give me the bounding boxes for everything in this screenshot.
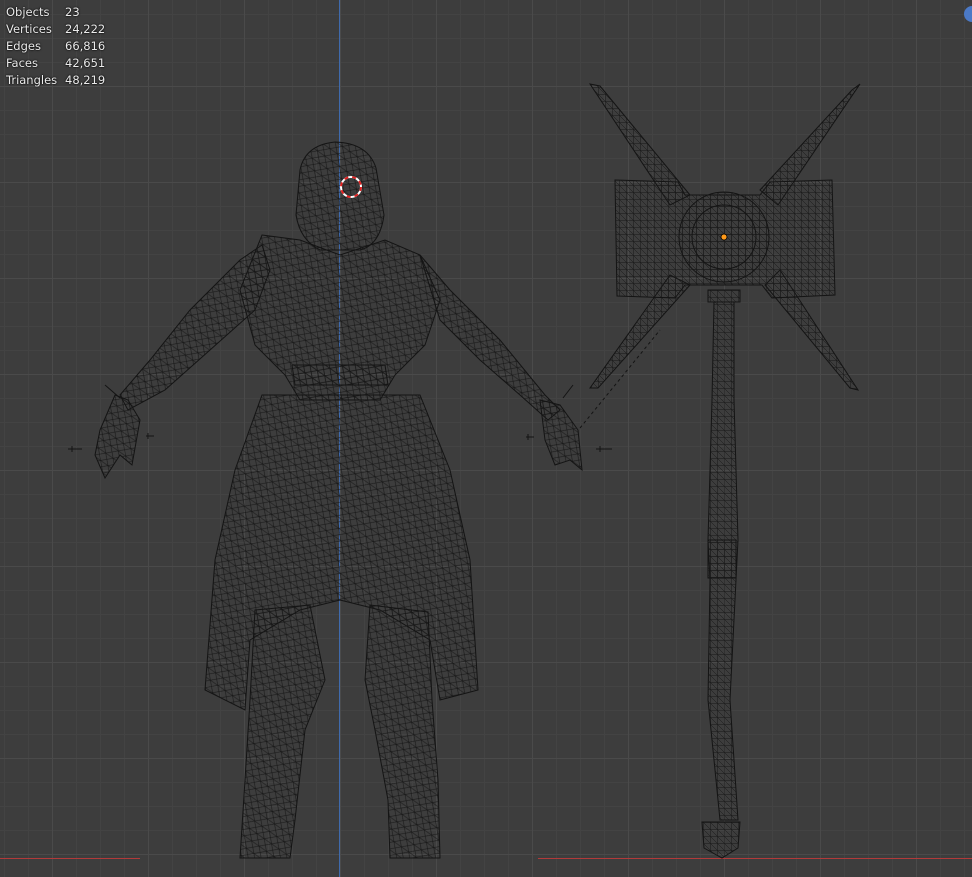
hammer-mesh[interactable] (588, 83, 861, 859)
stat-label: Faces (6, 56, 38, 70)
character-right-arm (419, 254, 561, 421)
character-left-leg (239, 604, 326, 859)
character-right-hand (539, 399, 583, 472)
stat-label: Objects (6, 5, 50, 19)
character-belt (291, 364, 389, 386)
stat-row-edges: Edges 66,816 (6, 38, 105, 55)
stat-value: 24,222 (65, 22, 106, 36)
stat-label: Edges (6, 39, 41, 53)
character-head (295, 141, 385, 251)
object-origin-icon (720, 233, 728, 241)
stat-row-triangles: Triangles 48,219 (6, 72, 105, 89)
stat-value: 23 (65, 5, 80, 19)
stat-row-objects: Objects 23 (6, 4, 105, 21)
character-coat (204, 394, 479, 711)
stat-row-vertices: Vertices 24,222 (6, 21, 105, 38)
stat-label: Vertices (6, 22, 52, 36)
character-right-leg (364, 604, 441, 859)
stat-value: 42,651 (65, 56, 106, 70)
stat-value: 66,816 (65, 39, 106, 53)
scene-statistics-overlay: Objects 23 Vertices 24,222 Edges 66,816 … (6, 4, 105, 89)
stat-value: 48,219 (65, 73, 106, 87)
character-left-arm (119, 244, 271, 411)
character-mesh[interactable] (94, 141, 583, 859)
wireframe-scene (68, 83, 861, 859)
stat-row-faces: Faces 42,651 (6, 55, 105, 72)
stat-label: Triangles (6, 73, 58, 87)
hammer-grip (707, 539, 737, 579)
hammer-pommel (701, 821, 741, 859)
